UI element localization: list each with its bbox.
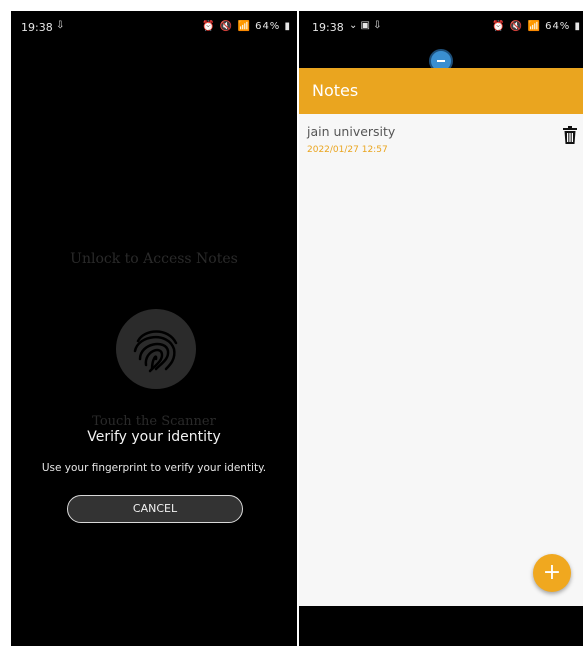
chevron-down-icon <box>437 57 445 62</box>
app-title: Notes <box>312 81 359 100</box>
notification-icons: ⌄ ▣ ⇩ <box>349 20 382 31</box>
battery-percent: 64% <box>545 21 571 32</box>
verify-title: Verify your identity <box>87 429 221 445</box>
notes-list: jain university 2022/01/27 12:57 + <box>299 114 583 606</box>
status-bar: 19:38 ⌄ ▣ ⇩ ⏰ 🔇 📶 64% ▮ <box>299 11 583 41</box>
status-icons: ⏰ 🔇 📶 64% ▮ <box>202 21 291 32</box>
app-bar: Notes <box>299 68 583 114</box>
add-note-button[interactable]: + <box>533 554 571 592</box>
battery-percent: 64% <box>255 21 281 32</box>
status-time: 19:38 <box>21 21 53 34</box>
download-icon: ⇩ <box>56 20 65 31</box>
status-icons: ⏰ 🔇 📶 64% ▮ <box>492 21 581 32</box>
note-date: 2022/01/27 12:57 <box>307 145 388 155</box>
status-time: 19:38 <box>312 21 344 34</box>
fingerprint-icon <box>133 330 178 373</box>
fingerprint-sensor[interactable] <box>116 309 196 389</box>
status-bar: 19:38 ⇩ ⏰ 🔇 📶 64% ▮ <box>11 11 297 41</box>
touch-scanner-text: Touch the Scanner <box>92 414 216 429</box>
trash-icon[interactable] <box>563 126 577 144</box>
biometric-screen: 19:38 ⇩ ⏰ 🔇 📶 64% ▮ Unlock to Access Not… <box>11 11 297 646</box>
verify-hint: Use your fingerprint to verify your iden… <box>41 462 267 474</box>
notes-screen: 19:38 ⌄ ▣ ⇩ ⏰ 🔇 📶 64% ▮ Notes jain unive… <box>299 11 583 646</box>
lock-title: Unlock to Access Notes <box>70 251 238 267</box>
cancel-button[interactable]: CANCEL <box>67 495 243 523</box>
note-title: jain university <box>307 124 396 139</box>
